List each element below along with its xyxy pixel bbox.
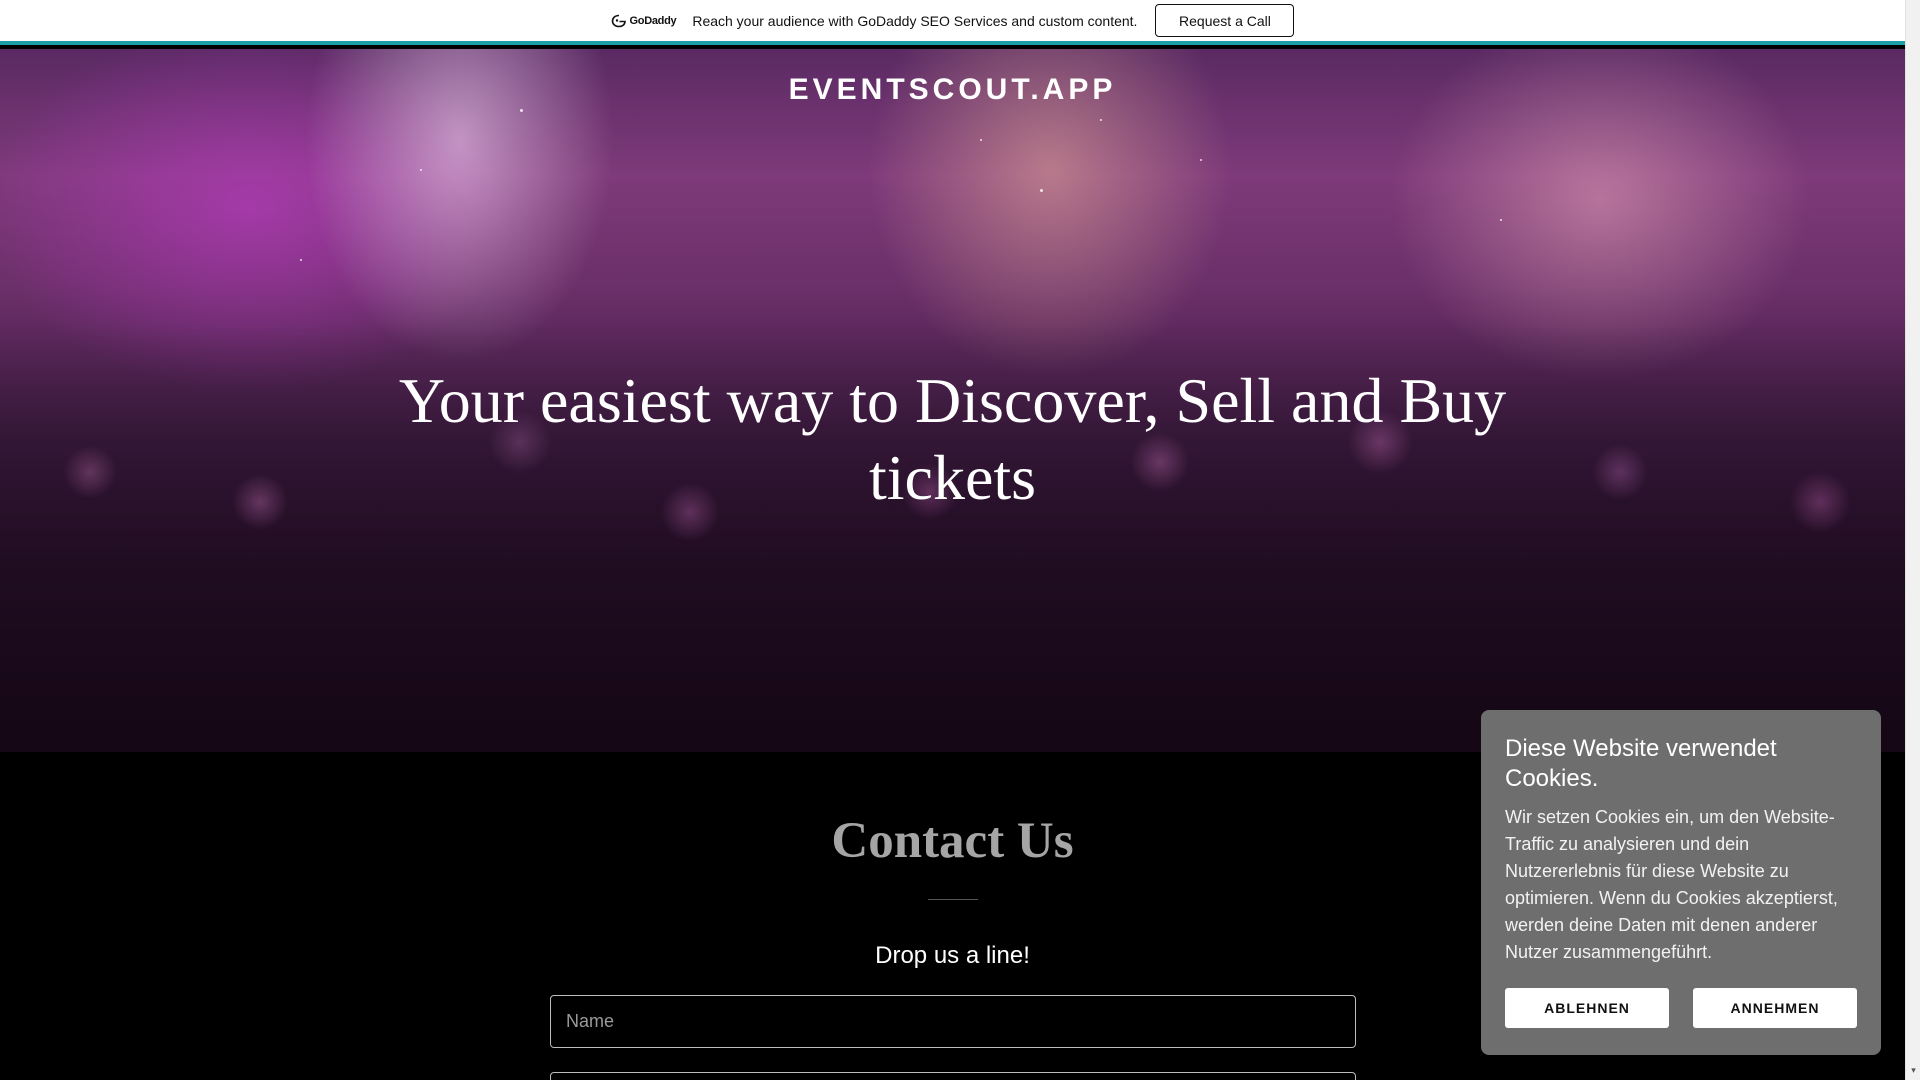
cookie-body: Wir setzen Cookies ein, um den Website-T… (1505, 807, 1838, 962)
promo-message: Reach your audience with GoDaddy SEO Ser… (692, 12, 1138, 29)
godaddy-logo-text: GoDaddy (629, 14, 677, 27)
title-divider (928, 899, 978, 900)
next-form-input[interactable] (550, 1072, 1356, 1080)
sparkle (1040, 189, 1043, 192)
name-input[interactable]: Name (550, 995, 1356, 1048)
scroll-down-arrow-icon[interactable]: ▾ (1909, 1066, 1918, 1075)
vertical-scrollbar[interactable]: ▾ (1905, 0, 1920, 1080)
sparkle (980, 139, 982, 141)
cookie-title: Diese Website verwendet Cookies. (1505, 735, 1777, 792)
sparkle (300, 259, 302, 261)
sparkle (520, 109, 523, 112)
sparkle (420, 169, 422, 171)
sparkle (1500, 219, 1502, 221)
cookie-banner: Diese Website verwendet Cookies. Wir set… (1481, 710, 1881, 1055)
hero-section: EVENTSCOUT.APP Your easiest way to Disco… (0, 49, 1905, 752)
sparkle (1100, 119, 1102, 121)
cookie-actions: ABLEHNEN ANNEHMEN (1505, 988, 1857, 1028)
request-call-button[interactable]: Request a Call (1155, 4, 1295, 37)
godaddy-logo-icon (611, 14, 626, 27)
hero-heading: Your easiest way to Discover, Sell and B… (398, 365, 1507, 513)
promo-bar: GoDaddy Reach your audience with GoDaddy… (0, 0, 1905, 45)
decline-cookies-button[interactable]: ABLEHNEN (1505, 988, 1669, 1028)
sparkle (1200, 159, 1202, 161)
accept-cookies-button[interactable]: ANNEHMEN (1693, 988, 1857, 1028)
godaddy-logo: GoDaddy (611, 14, 677, 28)
site-title[interactable]: EVENTSCOUT.APP (0, 73, 1905, 107)
